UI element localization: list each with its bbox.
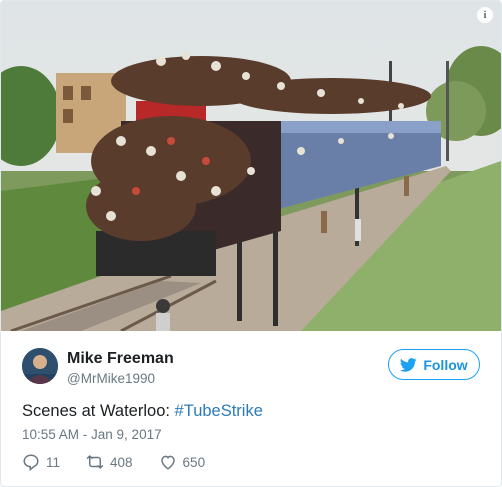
retweet-icon — [86, 455, 104, 469]
retweet-button[interactable]: 408 — [86, 453, 133, 471]
reply-button[interactable]: 11 — [22, 453, 60, 471]
tweet-text-body: Scenes at Waterloo: — [22, 402, 175, 420]
tweet-timestamp[interactable]: 10:55 AM - Jan 9, 2017 — [22, 427, 162, 442]
info-icon[interactable]: i — [477, 7, 493, 23]
embedded-tweet-card: i Mike Freeman @MrMike1990 Follow Scenes… — [0, 0, 502, 487]
train-photo-illustration — [1, 1, 501, 331]
heart-icon — [160, 455, 175, 470]
avatar[interactable] — [22, 348, 58, 384]
follow-button[interactable]: Follow — [388, 349, 480, 380]
tweet-actions: 11 408 650 — [22, 453, 231, 471]
like-button[interactable]: 650 — [159, 453, 206, 471]
twitter-bird-icon — [400, 357, 418, 372]
tweet-text: Scenes at Waterloo: #TubeStrike — [22, 402, 263, 421]
avatar-image — [22, 348, 58, 384]
reply-icon — [23, 454, 39, 471]
follow-label: Follow — [423, 356, 468, 373]
retweet-count: 408 — [110, 454, 133, 470]
hashtag-link[interactable]: #TubeStrike — [175, 402, 263, 420]
author-name[interactable]: Mike Freeman — [67, 350, 174, 368]
reply-count: 11 — [46, 454, 61, 470]
tweet-photo[interactable]: i — [1, 1, 501, 331]
like-count: 650 — [182, 454, 206, 470]
author-handle[interactable]: @MrMike1990 — [67, 371, 155, 386]
